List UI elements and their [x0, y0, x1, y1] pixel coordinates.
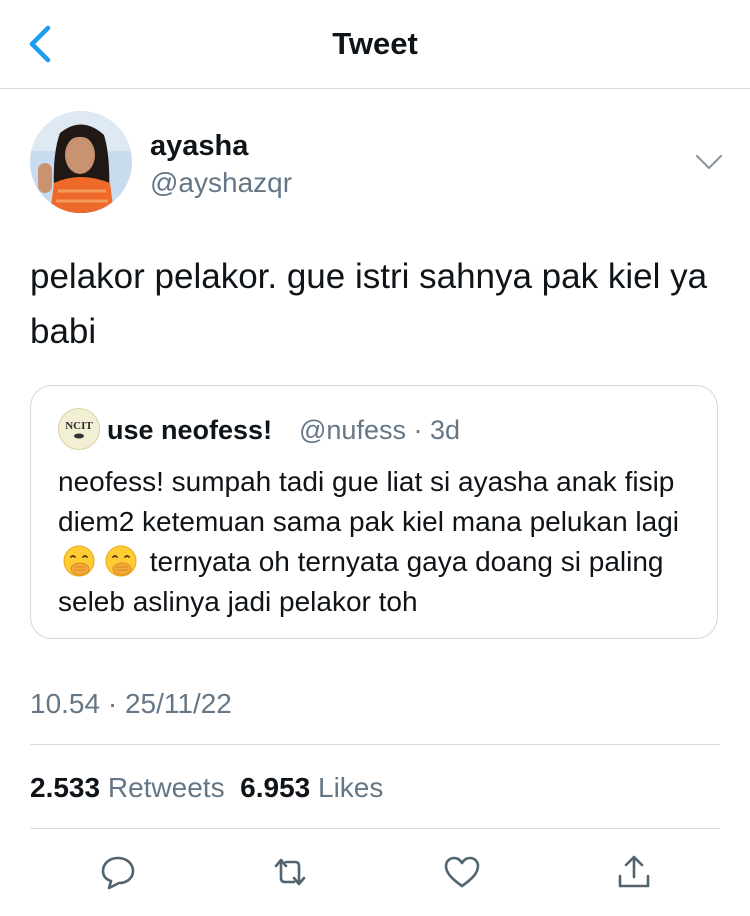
- divider: [30, 744, 720, 745]
- retweets-stat[interactable]: 2.533 Retweets: [30, 772, 225, 803]
- quoted-author-name: use neofess!: [107, 415, 273, 445]
- more-options-button[interactable]: [692, 148, 726, 176]
- quoted-author-handle: @nufess: [299, 415, 406, 445]
- svg-text:NCIT: NCIT: [65, 420, 93, 432]
- quoted-author-avatar: NCIT: [58, 408, 100, 450]
- quoted-text-part2: ternyata oh ternyata gaya doang si palin…: [58, 546, 664, 617]
- retweet-icon: [274, 858, 306, 886]
- share-icon: [618, 855, 650, 888]
- header-bar: Tweet: [0, 0, 750, 89]
- chevron-down-icon: [695, 154, 723, 170]
- tweet-timestamp: 10.54 · 25/11/22: [30, 688, 232, 719]
- retweets-count: 2.533: [30, 772, 101, 803]
- quoted-author-meta: @nufess · 3d: [299, 413, 460, 447]
- likes-stat[interactable]: 6.953 Likes: [240, 772, 383, 803]
- tweet-text: pelakor pelakor. gue istri sahnya pak ki…: [30, 257, 708, 351]
- share-button[interactable]: [612, 850, 656, 894]
- divider: [30, 828, 720, 829]
- retweets-label: Retweets: [107, 772, 225, 803]
- likes-count: 6.953: [240, 772, 311, 803]
- quoted-tweet-card[interactable]: NCIT use neofess! @nufess · 3d neofess! …: [30, 385, 718, 639]
- retweet-button[interactable]: [268, 850, 312, 894]
- reply-button[interactable]: [96, 850, 140, 894]
- likes-label: Likes: [318, 772, 384, 803]
- face-with-hand-over-mouth-emoji: [62, 544, 96, 578]
- quoted-tweet-text: neofess! sumpah tadi gue liat si ayasha …: [58, 462, 698, 622]
- avatar-photo: [30, 111, 132, 213]
- author-handle[interactable]: @ayshazqr: [150, 166, 292, 200]
- face-with-hand-over-mouth-emoji: [104, 544, 138, 578]
- quoted-text-part1: neofess! sumpah tadi gue liat si ayasha …: [58, 466, 680, 537]
- like-button[interactable]: [440, 850, 484, 894]
- author-name[interactable]: ayasha: [150, 128, 248, 164]
- tweet-stats: 2.533 Retweets 6.953 Likes: [30, 770, 383, 806]
- page-title: Tweet: [332, 26, 418, 61]
- ncit-logo: NCIT: [65, 420, 93, 439]
- heart-icon: [444, 856, 480, 888]
- quoted-tweet-age: · 3d: [413, 415, 461, 445]
- reply-icon: [101, 856, 135, 890]
- author-avatar[interactable]: [30, 111, 132, 213]
